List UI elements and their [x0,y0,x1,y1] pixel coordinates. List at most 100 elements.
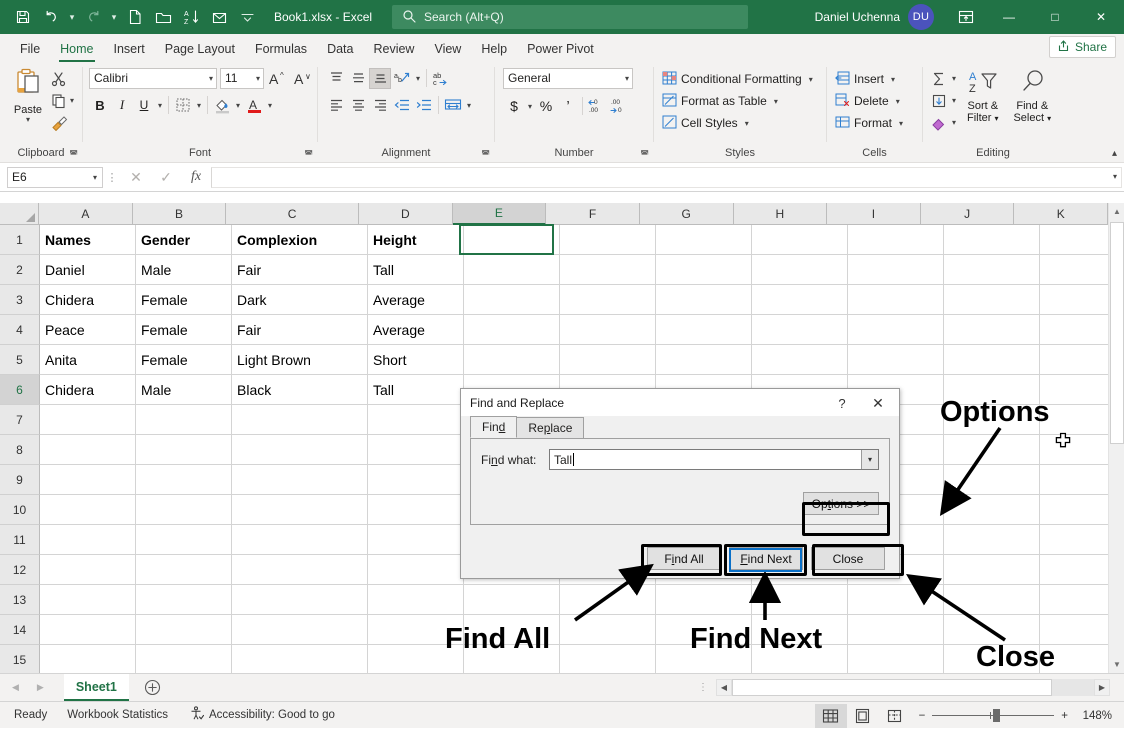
align-center-button[interactable] [347,95,369,116]
autosum-button[interactable]: ▾ [929,68,959,89]
increase-indent-button[interactable] [413,95,435,116]
cell-B7[interactable] [136,405,232,435]
cell-C13[interactable] [232,585,368,615]
col-header-H[interactable]: H [734,203,828,225]
scroll-right-icon[interactable]: ▶ [1094,679,1110,696]
cell-H13[interactable] [752,585,848,615]
font-size-input[interactable]: 11 ▾ [220,68,264,89]
row-header-12[interactable]: 12 [0,555,40,585]
merge-and-center-button[interactable] [442,95,464,116]
cell-C1[interactable]: Complexion [232,225,368,255]
email-icon[interactable] [206,5,232,29]
dialog-close-icon[interactable]: ✕ [863,393,893,413]
number-format-select[interactable]: General ▾ [503,68,633,89]
font-color-caret-icon[interactable]: ▾ [265,101,275,110]
col-header-E[interactable]: E [453,203,547,225]
cut-button[interactable] [51,68,77,89]
cell-I3[interactable] [848,285,944,315]
cell-I2[interactable] [848,255,944,285]
save-icon[interactable] [10,5,36,29]
cell-A13[interactable] [40,585,136,615]
fill-caret-icon[interactable]: ▾ [949,96,959,105]
select-all-corner[interactable] [0,203,39,225]
orientation-button[interactable]: a b [391,68,413,89]
cell-F14[interactable] [560,615,656,645]
cell-F2[interactable] [560,255,656,285]
scrollbar-grip[interactable]: ⋮ [698,682,708,693]
redo-icon[interactable] [80,5,106,29]
row-header-10[interactable]: 10 [0,495,40,525]
undo-caret-icon[interactable]: ▾ [66,5,78,29]
font-color-button[interactable]: A [243,95,265,116]
zoom-slider[interactable]: − + [919,710,1068,722]
tab-file[interactable]: File [10,36,50,62]
tab-formulas[interactable]: Formulas [245,36,317,62]
page-break-view-icon[interactable] [879,704,911,728]
decrease-decimal-button[interactable]: .00 0 [608,96,630,117]
format-as-table-button[interactable]: Format as Table ▾ [662,90,781,112]
clear-caret-icon[interactable]: ▾ [949,118,959,127]
cell-D7[interactable] [368,405,464,435]
sort-and-filter-button[interactable]: A Z Sort & Filter ▾ [959,66,1007,125]
cell-styles-caret-icon[interactable]: ▾ [742,119,752,128]
cell-D6[interactable]: Tall [368,375,464,405]
cell-I15[interactable] [848,645,944,673]
font-name-caret-icon[interactable]: ▾ [209,74,213,83]
cell-I13[interactable] [848,585,944,615]
page-layout-view-icon[interactable] [847,704,879,728]
tab-review[interactable]: Review [363,36,424,62]
accessibility-checker-button[interactable]: Accessibility: Good to go [168,706,335,724]
cell-A12[interactable] [40,555,136,585]
paste-button[interactable]: Paste ▾ [5,66,51,123]
cell-A14[interactable] [40,615,136,645]
col-header-A[interactable]: A [39,203,133,225]
scroll-left-icon[interactable]: ◀ [716,679,732,696]
close-button[interactable]: ✕ [1078,0,1124,34]
orientation-caret-icon[interactable]: ▾ [413,74,423,83]
cell-C14[interactable] [232,615,368,645]
row-header-6[interactable]: 6 [0,375,40,405]
fill-button[interactable]: ▾ [929,90,959,111]
enter-icon[interactable]: ✓ [151,166,181,188]
open-folder-icon[interactable] [150,5,176,29]
redo-caret-icon[interactable]: ▾ [108,5,120,29]
dialog-title-bar[interactable]: Find and Replace ? ✕ [461,389,899,416]
prev-sheet-icon[interactable]: ◀ [12,682,19,693]
cell-C3[interactable]: Dark [232,285,368,315]
delete-cells-button[interactable]: Delete ▾ [835,90,903,112]
cell-A7[interactable] [40,405,136,435]
cell-C5[interactable]: Light Brown [232,345,368,375]
cell-D12[interactable] [368,555,464,585]
cell-C8[interactable] [232,435,368,465]
cell-A6[interactable]: Chidera [40,375,136,405]
sort-az-icon[interactable]: A Z [178,5,204,29]
autosum-caret-icon[interactable]: ▾ [949,74,959,83]
cell-B5[interactable]: Female [136,345,232,375]
fill-color-caret-icon[interactable]: ▾ [233,101,243,110]
format-caret-icon[interactable]: ▾ [896,119,906,128]
col-header-C[interactable]: C [226,203,359,225]
cell-H1[interactable] [752,225,848,255]
collapse-ribbon-button[interactable]: ▴ [1112,148,1117,159]
expand-formula-bar-icon[interactable]: ▾ [1113,172,1117,181]
number-dialog-launcher[interactable]: ◚ [640,147,649,162]
horizontal-scroll-track[interactable] [732,679,1094,696]
tab-power-pivot[interactable]: Power Pivot [517,36,604,62]
cell-E4[interactable] [464,315,560,345]
format-cells-button[interactable]: Format ▾ [835,112,906,134]
cell-C12[interactable] [232,555,368,585]
cell-styles-button[interactable]: Cell Styles ▾ [662,112,752,134]
minimize-button[interactable]: — [986,0,1032,34]
cell-J2[interactable] [944,255,1040,285]
ribbon-display-options-icon[interactable] [946,0,986,34]
scroll-down-icon[interactable]: ▼ [1109,656,1124,673]
find-what-input[interactable]: Tall ▾ [549,449,879,470]
cell-A5[interactable]: Anita [40,345,136,375]
row-header-7[interactable]: 7 [0,405,40,435]
cell-B14[interactable] [136,615,232,645]
cell-D4[interactable]: Average [368,315,464,345]
zoom-thumb[interactable] [993,709,1000,722]
account-name[interactable]: Daniel Uchenna [815,10,900,24]
cell-D9[interactable] [368,465,464,495]
increase-font-size-button[interactable]: A^ [267,68,289,89]
